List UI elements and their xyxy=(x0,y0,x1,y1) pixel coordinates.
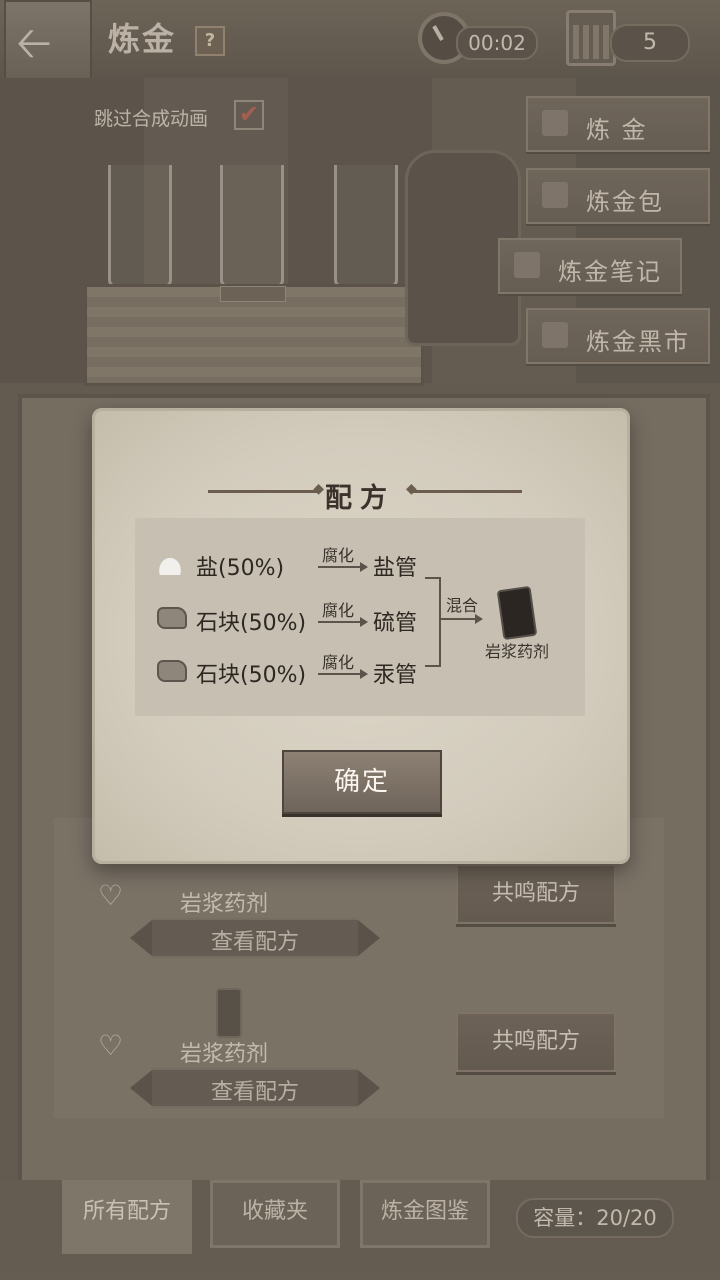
ingredient-label: 石块(50%) xyxy=(196,663,307,688)
process-label: 腐化 xyxy=(322,653,355,672)
process-arrow xyxy=(318,617,368,627)
stone-icon xyxy=(157,660,187,682)
stone-icon xyxy=(157,607,187,629)
result-label: 岩浆药剂 xyxy=(485,642,550,661)
ingredient-label: 石块(50%) xyxy=(196,611,307,636)
magma-potion-icon xyxy=(496,585,538,641)
confirm-button[interactable]: 确定 xyxy=(282,750,442,814)
process-label: 腐化 xyxy=(322,546,355,565)
product-label: 硫管 xyxy=(373,611,418,636)
mix-label: 混合 xyxy=(446,596,479,615)
salt-icon xyxy=(155,553,185,575)
process-arrow xyxy=(318,562,368,572)
dialog-title: 配方 xyxy=(325,483,395,514)
title-ornament-right xyxy=(406,481,522,497)
merge-bracket xyxy=(425,577,441,667)
mix-arrow xyxy=(439,614,483,624)
product-label: 盐管 xyxy=(373,556,418,581)
process-label: 腐化 xyxy=(322,601,355,620)
process-arrow xyxy=(318,669,368,679)
product-label: 汞管 xyxy=(373,663,418,688)
ingredient-label: 盐(50%) xyxy=(196,556,285,581)
